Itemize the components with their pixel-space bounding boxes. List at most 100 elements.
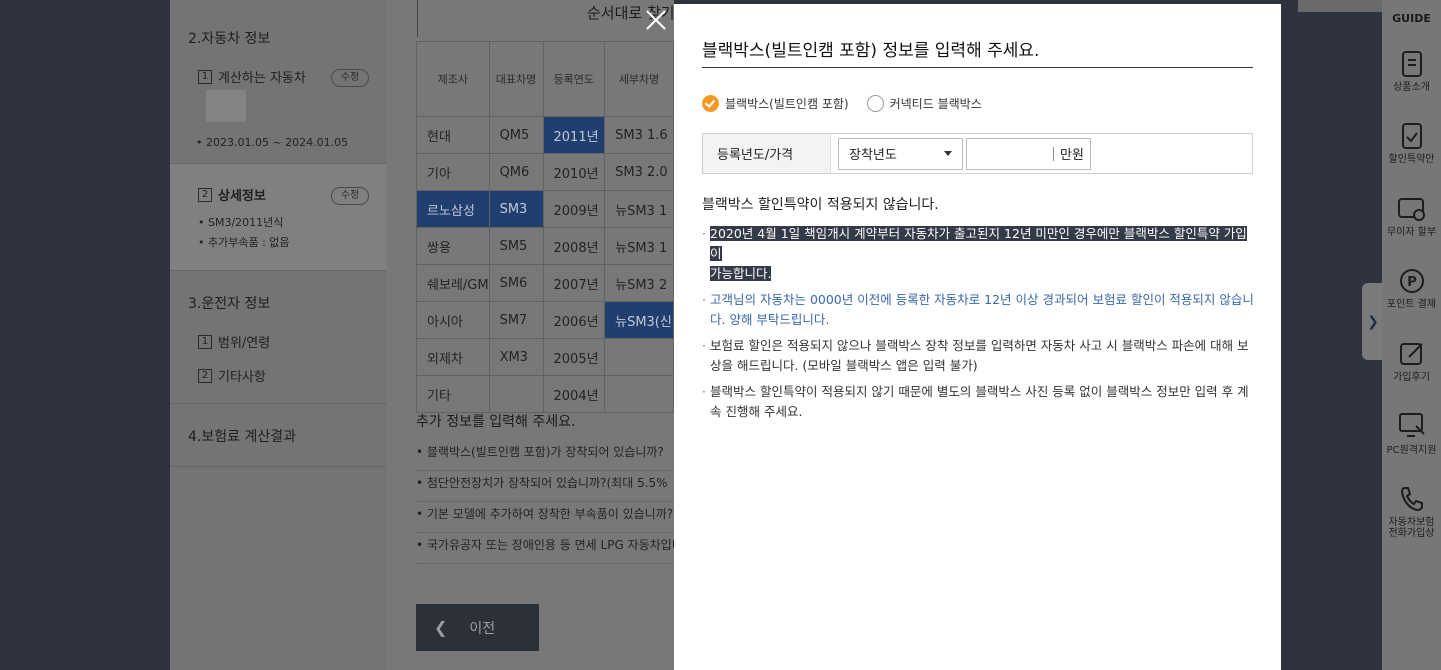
table-cell[interactable]: 뉴SM3 1 <box>604 190 674 228</box>
table-cell[interactable]: XM3 <box>488 338 544 376</box>
step-detail-section: 2 상세정보 수정 • SM3/2011년식 • 추가부속품 : 없음 <box>170 164 387 271</box>
table-cell[interactable]: QM5 <box>488 116 544 154</box>
checklist-icon <box>1401 123 1422 149</box>
chevron-right-icon: ❯ <box>1367 313 1379 330</box>
sub-driver-range-number: 1 <box>198 334 212 349</box>
bullet-highlight-line1: 2020년 4월 1일 책임개시 계약부터 자동차가 출고된지 12년 미만인 … <box>710 226 1247 261</box>
table-cell[interactable]: 쉐보레/GM <box>416 264 490 302</box>
sub-detail[interactable]: 2 상세정보 <box>198 185 266 204</box>
question-item: • 첨단안전장치가 장착되어 있습니까?(최대 5.5% <box>416 471 674 502</box>
guide-label: 포인트 결제 <box>1386 299 1437 310</box>
guide-item-installment[interactable]: 무이자 할부 <box>1382 195 1441 238</box>
guide-item-point[interactable]: P 포인트 결제 <box>1382 267 1441 310</box>
step-driver-heading: 3.운전자 정보 <box>188 296 271 312</box>
table-cell[interactable]: 르노삼성 <box>416 190 490 228</box>
install-year-value: 장착년도 <box>849 148 897 163</box>
install-year-select[interactable]: 장착년도 <box>838 137 963 170</box>
step-car-section: 2.자동차 정보 1 계산하는 자동차 수정 • 2023.01.05 ~ 20… <box>170 0 387 164</box>
table-cell[interactable]: SM7 <box>488 301 544 339</box>
bullet-highlight-line2: 가능합니다. <box>710 266 772 281</box>
registration-label: 등록년도/가격 <box>703 134 831 173</box>
guide-label: 전화가입상 <box>1388 528 1435 539</box>
table-cell[interactable]: SM3 2.0 <box>604 153 674 191</box>
modal-title: 블랙박스(빌트인캠 포함) 정보를 입력해 주세요. <box>702 41 1040 61</box>
sub-driver-range[interactable]: 1 범위/연령 <box>198 332 270 351</box>
table-row: 현대 QM5 2011년 SM3 1.6 <box>416 116 674 154</box>
table-cell[interactable]: SM3 1.6 <box>604 116 674 154</box>
table-cell[interactable]: QM6 <box>488 153 544 191</box>
table-cell[interactable]: 뉴SM3(신 <box>604 301 674 339</box>
guide-item-phone[interactable]: 자동차보험 전화가입상 <box>1382 483 1441 539</box>
table-cell[interactable]: 2009년 <box>542 190 606 228</box>
table-cell[interactable]: 2005년 <box>542 338 606 376</box>
table-cell[interactable]: 쌍용 <box>416 227 490 265</box>
radio-checked-icon <box>702 95 719 112</box>
table-header-row: 제조사 대표차명 등록연도 세부차명 <box>416 41 674 117</box>
price-field: 만원 <box>966 137 1091 170</box>
detail-parts: • 추가부속품 : 없음 <box>198 236 290 249</box>
table-cell[interactable]: 현대 <box>416 116 490 154</box>
table-cell[interactable]: 2007년 <box>542 264 606 302</box>
step-result-section: 4.보험료 계산결과 <box>170 404 387 467</box>
guide-item-review[interactable]: 가입후기 <box>1382 340 1441 383</box>
table-cell[interactable] <box>488 375 544 413</box>
table-cell[interactable]: SM6 <box>488 264 544 302</box>
radio-builtin-blackbox[interactable]: 블랙박스(빌트인캠 포함) <box>702 95 849 112</box>
radio-unchecked-icon <box>866 95 884 112</box>
sub-car-label: 계산하는 자동차 <box>218 71 306 86</box>
sub-driver-other-label: 기타사항 <box>218 370 266 385</box>
car-search-content: 순서대로 찾기 제조사 대표차명 등록연도 세부차명 현대 QM5 2011년 … <box>387 0 674 670</box>
table-cell[interactable]: 아시아 <box>416 301 490 339</box>
table-cell[interactable]: 외제차 <box>416 338 490 376</box>
table-top-divider <box>417 0 418 37</box>
table-cell[interactable] <box>604 375 674 413</box>
bullet-highlighted: 2020년 4월 1일 책임개시 계약부터 자동차가 출고된지 12년 미만인 … <box>702 224 1254 284</box>
guide-item-remote[interactable]: PC원격지원 <box>1382 411 1441 456</box>
bullet-compensation: 보험료 할인은 적용되지 않으나 블랙박스 장착 정보를 입력하면 자동차 사고… <box>702 336 1254 376</box>
step-driver-section: 3.운전자 정보 1 범위/연령 2 기타사항 <box>170 271 387 404</box>
insurance-period: • 2023.01.05 ~ 2024.01.05 <box>196 136 349 149</box>
table-cell[interactable]: 기아 <box>416 153 490 191</box>
question-item: • 국가유공자 또는 장애인용 등 면세 LPG 자동차입니 <box>416 533 674 564</box>
guide-toggle-tab[interactable]: ❯ <box>1362 283 1384 360</box>
table-cell[interactable]: 2011년 <box>542 116 606 154</box>
prev-button-label: 이전 <box>469 620 496 637</box>
discount-notice: 블랙박스 할인특약이 적용되지 않습니다. <box>702 197 939 213</box>
registration-row: 등록년도/가격 장착년도 만원 <box>702 133 1253 174</box>
edit-detail-button[interactable]: 수정 <box>331 187 369 205</box>
edit-car-button[interactable]: 수정 <box>331 69 369 87</box>
header-detail: 세부차명 <box>604 41 674 117</box>
header-manufacturer: 제조사 <box>416 41 490 117</box>
table-cell[interactable]: 2006년 <box>542 301 606 339</box>
sub-driver-range-label: 범위/연령 <box>218 336 271 351</box>
table-row: 쉐보레/GM SM6 2007년 뉴SM3 2 <box>416 264 674 302</box>
table-cell[interactable]: SM5 <box>488 227 544 265</box>
guide-label: 자동차보험 <box>1388 517 1435 528</box>
sub-driver-other[interactable]: 2 기타사항 <box>198 366 266 385</box>
blackbox-modal: 블랙박스(빌트인캠 포함) 정보를 입력해 주세요. 블랙박스(빌트인캠 포함)… <box>674 4 1281 670</box>
sub-driver-other-number: 2 <box>198 368 212 383</box>
table-row: 외제차 XM3 2005년 <box>416 338 674 376</box>
radio-builtin-label: 블랙박스(빌트인캠 포함) <box>725 97 849 111</box>
table-cell[interactable]: 뉴SM3 2 <box>604 264 674 302</box>
caret-down-icon <box>944 151 952 156</box>
prev-button[interactable]: ❮ 이전 <box>416 604 539 651</box>
question-item: • 기본 모델에 추가하여 장착한 부속품이 있습니까? <box>416 502 674 533</box>
close-icon[interactable] <box>644 8 668 32</box>
sub-car-number: 1 <box>198 69 212 84</box>
table-cell[interactable]: 2004년 <box>542 375 606 413</box>
price-input[interactable] <box>967 138 1053 169</box>
sub-car: 1 계산하는 자동차 <box>198 67 306 86</box>
table-cell[interactable]: 2010년 <box>542 153 606 191</box>
table-cell[interactable]: 기타 <box>416 375 490 413</box>
table-cell[interactable] <box>604 338 674 376</box>
guide-item-discount[interactable]: 할인특약안 <box>1382 122 1441 165</box>
edit-icon <box>1399 343 1423 365</box>
table-cell[interactable]: SM3 <box>488 190 544 228</box>
radio-connected-blackbox[interactable]: 커넥티드 블랙박스 <box>866 95 982 112</box>
document-icon <box>1401 51 1422 77</box>
table-cell[interactable]: 2008년 <box>542 227 606 265</box>
guide-label: 상품소개 <box>1393 82 1430 93</box>
table-cell[interactable]: 뉴SM3 1 <box>604 227 674 265</box>
guide-item-product[interactable]: 상품소개 <box>1382 50 1441 93</box>
